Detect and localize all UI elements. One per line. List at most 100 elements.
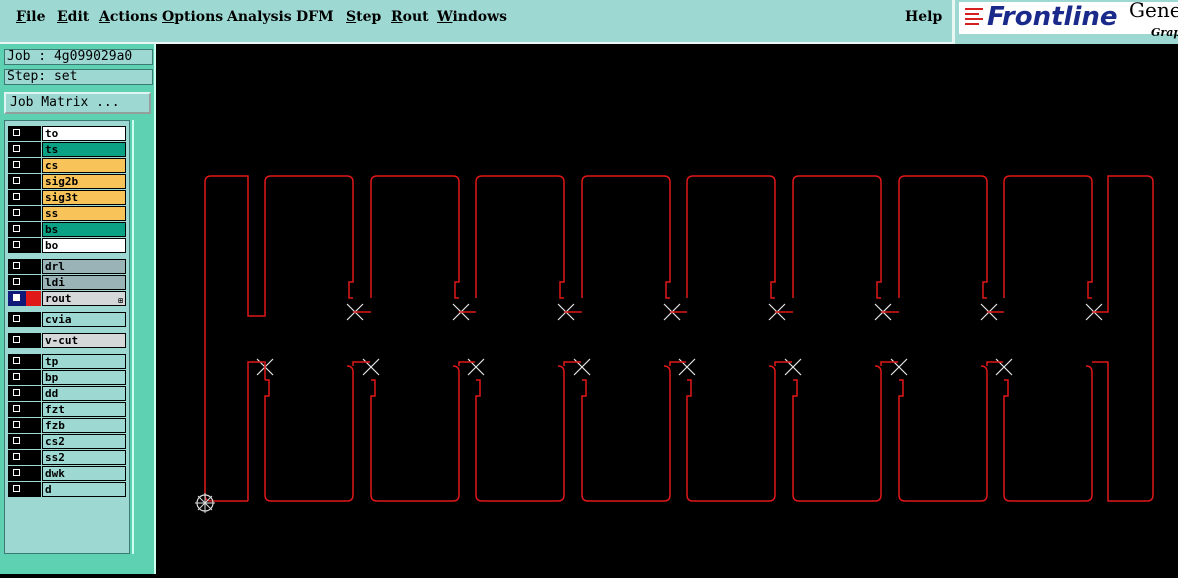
layer-row-rout[interactable]: rout ⊞ xyxy=(7,291,128,306)
layer-checkbox[interactable] xyxy=(8,418,26,433)
layer-list-scrollbar[interactable] xyxy=(132,120,154,554)
menu-rout[interactable]: Rout xyxy=(391,9,429,25)
layer-checkbox[interactable] xyxy=(8,259,26,274)
layer-color-swatch[interactable] xyxy=(26,333,41,348)
layer-color-swatch[interactable] xyxy=(26,238,41,253)
layer-color-swatch[interactable] xyxy=(26,142,41,157)
layer-color-swatch[interactable] xyxy=(26,386,41,401)
layer-name[interactable]: cs2 xyxy=(42,434,126,449)
menu-edit[interactable]: Edit xyxy=(57,9,89,25)
layer-name[interactable]: sig3t xyxy=(42,190,126,205)
layer-row-bp[interactable]: bp xyxy=(7,370,128,385)
layer-name[interactable]: dwk xyxy=(42,466,126,481)
layer-checkbox[interactable] xyxy=(8,466,26,481)
layer-checkbox[interactable] xyxy=(8,190,26,205)
layer-color-swatch[interactable] xyxy=(26,275,41,290)
rout-drawing[interactable] xyxy=(156,46,1178,574)
layer-checkbox[interactable] xyxy=(8,174,26,189)
layer-row-v-cut[interactable]: v-cut xyxy=(7,333,128,348)
layer-row-fzt[interactable]: fzt xyxy=(7,402,128,417)
layer-color-swatch[interactable] xyxy=(26,206,41,221)
layer-row-sig2b[interactable]: sig2b xyxy=(7,174,128,189)
layer-row-to[interactable]: to xyxy=(7,126,128,141)
layer-row-ldi[interactable]: ldi xyxy=(7,275,128,290)
layer-name[interactable]: sig2b xyxy=(42,174,126,189)
layer-checkbox[interactable] xyxy=(8,142,26,157)
layer-checkbox[interactable] xyxy=(8,450,26,465)
layer-checkbox[interactable] xyxy=(8,402,26,417)
menu-windows[interactable]: Windows xyxy=(437,9,507,25)
layer-row-ss[interactable]: ss xyxy=(7,206,128,221)
menu-file[interactable]: File xyxy=(16,9,46,25)
layer-checkbox[interactable] xyxy=(8,291,26,306)
layer-row-fzb[interactable]: fzb xyxy=(7,418,128,433)
layer-checkbox[interactable] xyxy=(8,206,26,221)
layer-color-swatch[interactable] xyxy=(26,450,41,465)
layer-name[interactable]: cvia xyxy=(42,312,126,327)
layer-name[interactable]: rout ⊞ xyxy=(42,291,126,306)
layer-color-swatch[interactable] xyxy=(26,126,41,141)
layer-checkbox[interactable] xyxy=(8,434,26,449)
layer-color-swatch[interactable] xyxy=(26,222,41,237)
layer-checkbox[interactable] xyxy=(8,482,26,497)
layer-color-swatch[interactable] xyxy=(26,174,41,189)
layer-name[interactable]: tp xyxy=(42,354,126,369)
layer-name[interactable]: ldi xyxy=(42,275,126,290)
job-matrix-button[interactable]: Job Matrix ... xyxy=(4,92,151,114)
layer-row-d[interactable]: d xyxy=(7,482,128,497)
layer-row-cs2[interactable]: cs2 xyxy=(7,434,128,449)
layer-checkbox[interactable] xyxy=(8,275,26,290)
layer-color-swatch[interactable] xyxy=(26,158,41,173)
graphic-canvas[interactable] xyxy=(156,46,1178,574)
layer-color-swatch[interactable] xyxy=(26,482,41,497)
layer-name[interactable]: ss2 xyxy=(42,450,126,465)
menu-actions[interactable]: Actions xyxy=(99,9,158,25)
layer-name[interactable]: fzb xyxy=(42,418,126,433)
layer-color-swatch[interactable] xyxy=(26,312,41,327)
layer-color-swatch[interactable] xyxy=(26,466,41,481)
layer-color-swatch[interactable] xyxy=(26,418,41,433)
layer-checkbox[interactable] xyxy=(8,158,26,173)
layer-color-swatch[interactable] xyxy=(26,190,41,205)
layer-row-dwk[interactable]: dwk xyxy=(7,466,128,481)
layer-color-swatch[interactable] xyxy=(26,354,41,369)
layer-row-bs[interactable]: bs xyxy=(7,222,128,237)
layer-color-swatch[interactable] xyxy=(26,291,41,306)
layer-name[interactable]: v-cut xyxy=(42,333,126,348)
layer-checkbox[interactable] xyxy=(8,222,26,237)
layer-checkbox[interactable] xyxy=(8,370,26,385)
layer-name[interactable]: fzt xyxy=(42,402,126,417)
menu-options[interactable]: Options xyxy=(162,9,223,25)
layer-row-sig3t[interactable]: sig3t xyxy=(7,190,128,205)
layer-row-ss2[interactable]: ss2 xyxy=(7,450,128,465)
layer-row-cvia[interactable]: cvia xyxy=(7,312,128,327)
layer-row-drl[interactable]: drl xyxy=(7,259,128,274)
layer-name[interactable]: bo xyxy=(42,238,126,253)
layer-row-dd[interactable]: dd xyxy=(7,386,128,401)
layer-checkbox[interactable] xyxy=(8,126,26,141)
layer-color-swatch[interactable] xyxy=(26,402,41,417)
layer-name[interactable]: ts xyxy=(42,142,126,157)
layer-row-cs[interactable]: cs xyxy=(7,158,128,173)
layer-name[interactable]: dd xyxy=(42,386,126,401)
layer-name[interactable]: drl xyxy=(42,259,126,274)
layer-name[interactable]: bs xyxy=(42,222,126,237)
layer-checkbox[interactable] xyxy=(8,386,26,401)
layer-checkbox[interactable] xyxy=(8,238,26,253)
layer-checkbox[interactable] xyxy=(8,312,26,327)
menu-help[interactable]: Help xyxy=(905,9,942,25)
layer-color-swatch[interactable] xyxy=(26,259,41,274)
layer-name[interactable]: ss xyxy=(42,206,126,221)
layer-checkbox[interactable] xyxy=(8,333,26,348)
layer-name[interactable]: d xyxy=(42,482,126,497)
layer-row-tp[interactable]: tp xyxy=(7,354,128,369)
menu-analysis[interactable]: Analysis xyxy=(227,9,292,25)
menu-dfm[interactable]: DFM xyxy=(296,9,334,25)
layer-color-swatch[interactable] xyxy=(26,370,41,385)
menu-step[interactable]: Step xyxy=(346,9,381,25)
layer-color-swatch[interactable] xyxy=(26,434,41,449)
layer-name[interactable]: to xyxy=(42,126,126,141)
layer-row-ts[interactable]: ts xyxy=(7,142,128,157)
layer-name[interactable]: bp xyxy=(42,370,126,385)
layer-row-bo[interactable]: bo xyxy=(7,238,128,253)
